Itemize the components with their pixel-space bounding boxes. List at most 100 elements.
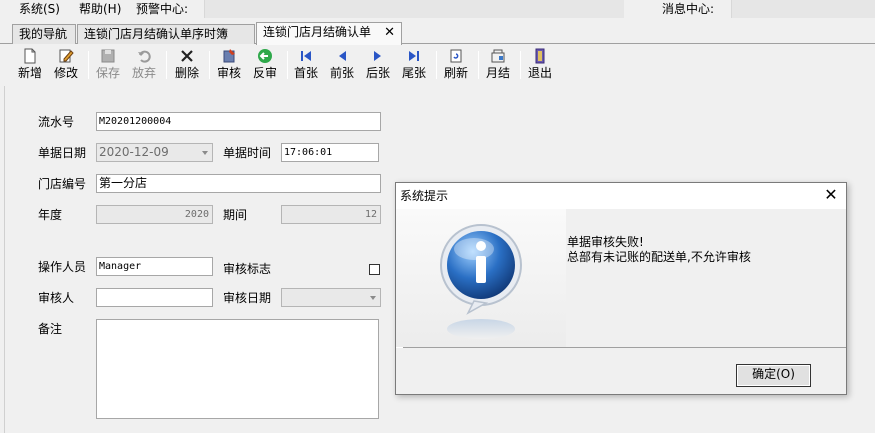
new-button[interactable]: 新增 xyxy=(14,47,46,83)
exit-button[interactable]: 退出 xyxy=(524,47,556,83)
date-label: 单据日期 xyxy=(38,146,87,160)
new-label: 新增 xyxy=(17,66,42,80)
period-field[interactable]: 12 xyxy=(281,205,381,224)
delete-label: 删除 xyxy=(174,66,199,80)
year-label: 年度 xyxy=(38,208,63,222)
discard-label: 放弃 xyxy=(131,66,156,80)
date-picker[interactable]: 2020-12-09 xyxy=(96,143,213,162)
previous-record-icon xyxy=(339,51,346,61)
menu-bar: 系统(S) 帮助(H) 预警中心: 消息中心: xyxy=(0,0,875,18)
toolbar-separator xyxy=(436,51,437,79)
save-label: 保存 xyxy=(95,66,120,80)
info-icon-panel xyxy=(396,209,566,347)
tab-label: 连锁门店月结确认单 xyxy=(263,25,372,39)
time-label: 单据时间 xyxy=(223,146,272,160)
date-value: 2020-12-09 xyxy=(99,145,169,159)
dialog-footer: 确定(O) xyxy=(396,348,846,394)
auditor-label: 审核人 xyxy=(38,291,75,305)
dialog-message-line1: 单据审核失败! xyxy=(567,235,644,249)
operator-field[interactable]: Manager xyxy=(96,257,213,276)
next-button[interactable]: 后张 xyxy=(362,47,394,83)
refresh-icon xyxy=(450,49,462,63)
menu-system[interactable]: 系统(S) xyxy=(19,1,60,17)
tab-monthly-confirm[interactable]: 连锁门店月结确认单 ✕ xyxy=(256,22,402,45)
dialog-message: 单据审核失败! 总部有未记账的配送单,不允许审核 xyxy=(567,235,751,265)
last-record-icon xyxy=(409,51,419,61)
delete-x-icon xyxy=(181,50,193,62)
toolbar-separator xyxy=(478,51,479,79)
dialog-title-bar: 系统提示 ✕ xyxy=(396,183,846,209)
store-field[interactable]: 第一分店 xyxy=(96,174,381,193)
first-button[interactable]: 首张 xyxy=(290,47,322,83)
alert-center-label: 预警中心: xyxy=(136,2,189,16)
toolbar: 新增 修改 保存 放弃 删除 审核 反审 首张 前张 后张 尾张 刷新 月结 退… xyxy=(0,45,875,84)
year-field[interactable]: 2020 xyxy=(96,205,213,224)
close-icon[interactable]: ✕ xyxy=(384,24,395,42)
panel-border xyxy=(4,86,5,433)
month-end-button[interactable]: 月结 xyxy=(482,47,514,83)
exit-door-icon xyxy=(535,48,545,64)
audit-date-picker[interactable] xyxy=(281,288,381,307)
audit-flag-checkbox[interactable] xyxy=(369,264,380,275)
tab-my-navigation[interactable]: 我的导航 xyxy=(12,24,76,44)
next-record-icon xyxy=(374,51,381,61)
dialog-body: 单据审核失败! 总部有未记账的配送单,不允许审核 xyxy=(396,209,846,347)
store-label: 门店编号 xyxy=(38,177,87,191)
dialog-title: 系统提示 xyxy=(400,189,449,203)
first-label: 首张 xyxy=(293,66,318,80)
toolbar-separator xyxy=(166,51,167,79)
serial-field[interactable]: M20201200004 xyxy=(96,112,381,131)
chevron-down-icon xyxy=(202,151,208,155)
unaudit-label: 反审 xyxy=(252,66,277,80)
operator-label: 操作人员 xyxy=(38,260,87,274)
unaudit-icon xyxy=(258,49,272,63)
auditor-field[interactable] xyxy=(96,288,213,307)
refresh-button[interactable]: 刷新 xyxy=(440,47,472,83)
save-button[interactable]: 保存 xyxy=(92,47,124,83)
last-button[interactable]: 尾张 xyxy=(398,47,430,83)
remark-label: 备注 xyxy=(38,322,63,336)
message-center-box xyxy=(731,0,875,18)
previous-label: 前张 xyxy=(329,66,354,80)
audit-button[interactable]: 审核 xyxy=(213,47,245,83)
period-label: 期间 xyxy=(223,208,248,222)
close-icon[interactable]: ✕ xyxy=(822,186,840,204)
exit-label: 退出 xyxy=(527,66,552,80)
menu-help[interactable]: 帮助(H) xyxy=(79,1,121,17)
tab-monthly-list[interactable]: 连锁门店月结确认单序时簿 xyxy=(77,24,255,44)
next-label: 后张 xyxy=(365,66,390,80)
edit-button[interactable]: 修改 xyxy=(50,47,82,83)
time-field[interactable]: 17:06:01 xyxy=(281,143,379,162)
audit-label: 审核 xyxy=(216,66,241,80)
toolbar-separator xyxy=(88,51,89,79)
month-end-label: 月结 xyxy=(485,66,510,80)
audit-flag-label: 审核标志 xyxy=(223,262,272,276)
remark-textarea[interactable] xyxy=(96,319,379,419)
tab-label: 连锁门店月结确认单序时簿 xyxy=(84,27,229,41)
system-message-dialog: 系统提示 ✕ 单据审核失败! 总部有未记账的配送单,不允许审核 确定(O) xyxy=(395,182,847,395)
refresh-label: 刷新 xyxy=(443,66,468,80)
audit-icon xyxy=(223,49,235,63)
tab-label: 我的导航 xyxy=(19,27,68,41)
tab-bar: 我的导航 连锁门店月结确认单序时簿 连锁门店月结确认单 ✕ xyxy=(0,20,875,45)
alert-center-box xyxy=(204,0,624,18)
new-document-icon xyxy=(24,48,36,64)
info-icon xyxy=(440,224,522,339)
last-label: 尾张 xyxy=(401,66,426,80)
ok-button[interactable]: 确定(O) xyxy=(736,364,811,387)
save-disk-icon xyxy=(101,49,115,63)
undo-icon xyxy=(138,50,151,63)
edit-label: 修改 xyxy=(53,66,78,80)
toolbar-separator xyxy=(209,51,210,79)
previous-button[interactable]: 前张 xyxy=(326,47,358,83)
delete-button[interactable]: 删除 xyxy=(171,47,203,83)
toolbar-separator xyxy=(287,51,288,79)
discard-button[interactable]: 放弃 xyxy=(128,47,160,83)
serial-label: 流水号 xyxy=(38,115,75,129)
first-record-icon xyxy=(301,51,311,61)
audit-date-label: 审核日期 xyxy=(223,291,272,305)
edit-icon xyxy=(59,49,74,63)
chevron-down-icon xyxy=(370,296,376,300)
toolbar-separator xyxy=(520,51,521,79)
unaudit-button[interactable]: 反审 xyxy=(249,47,281,83)
